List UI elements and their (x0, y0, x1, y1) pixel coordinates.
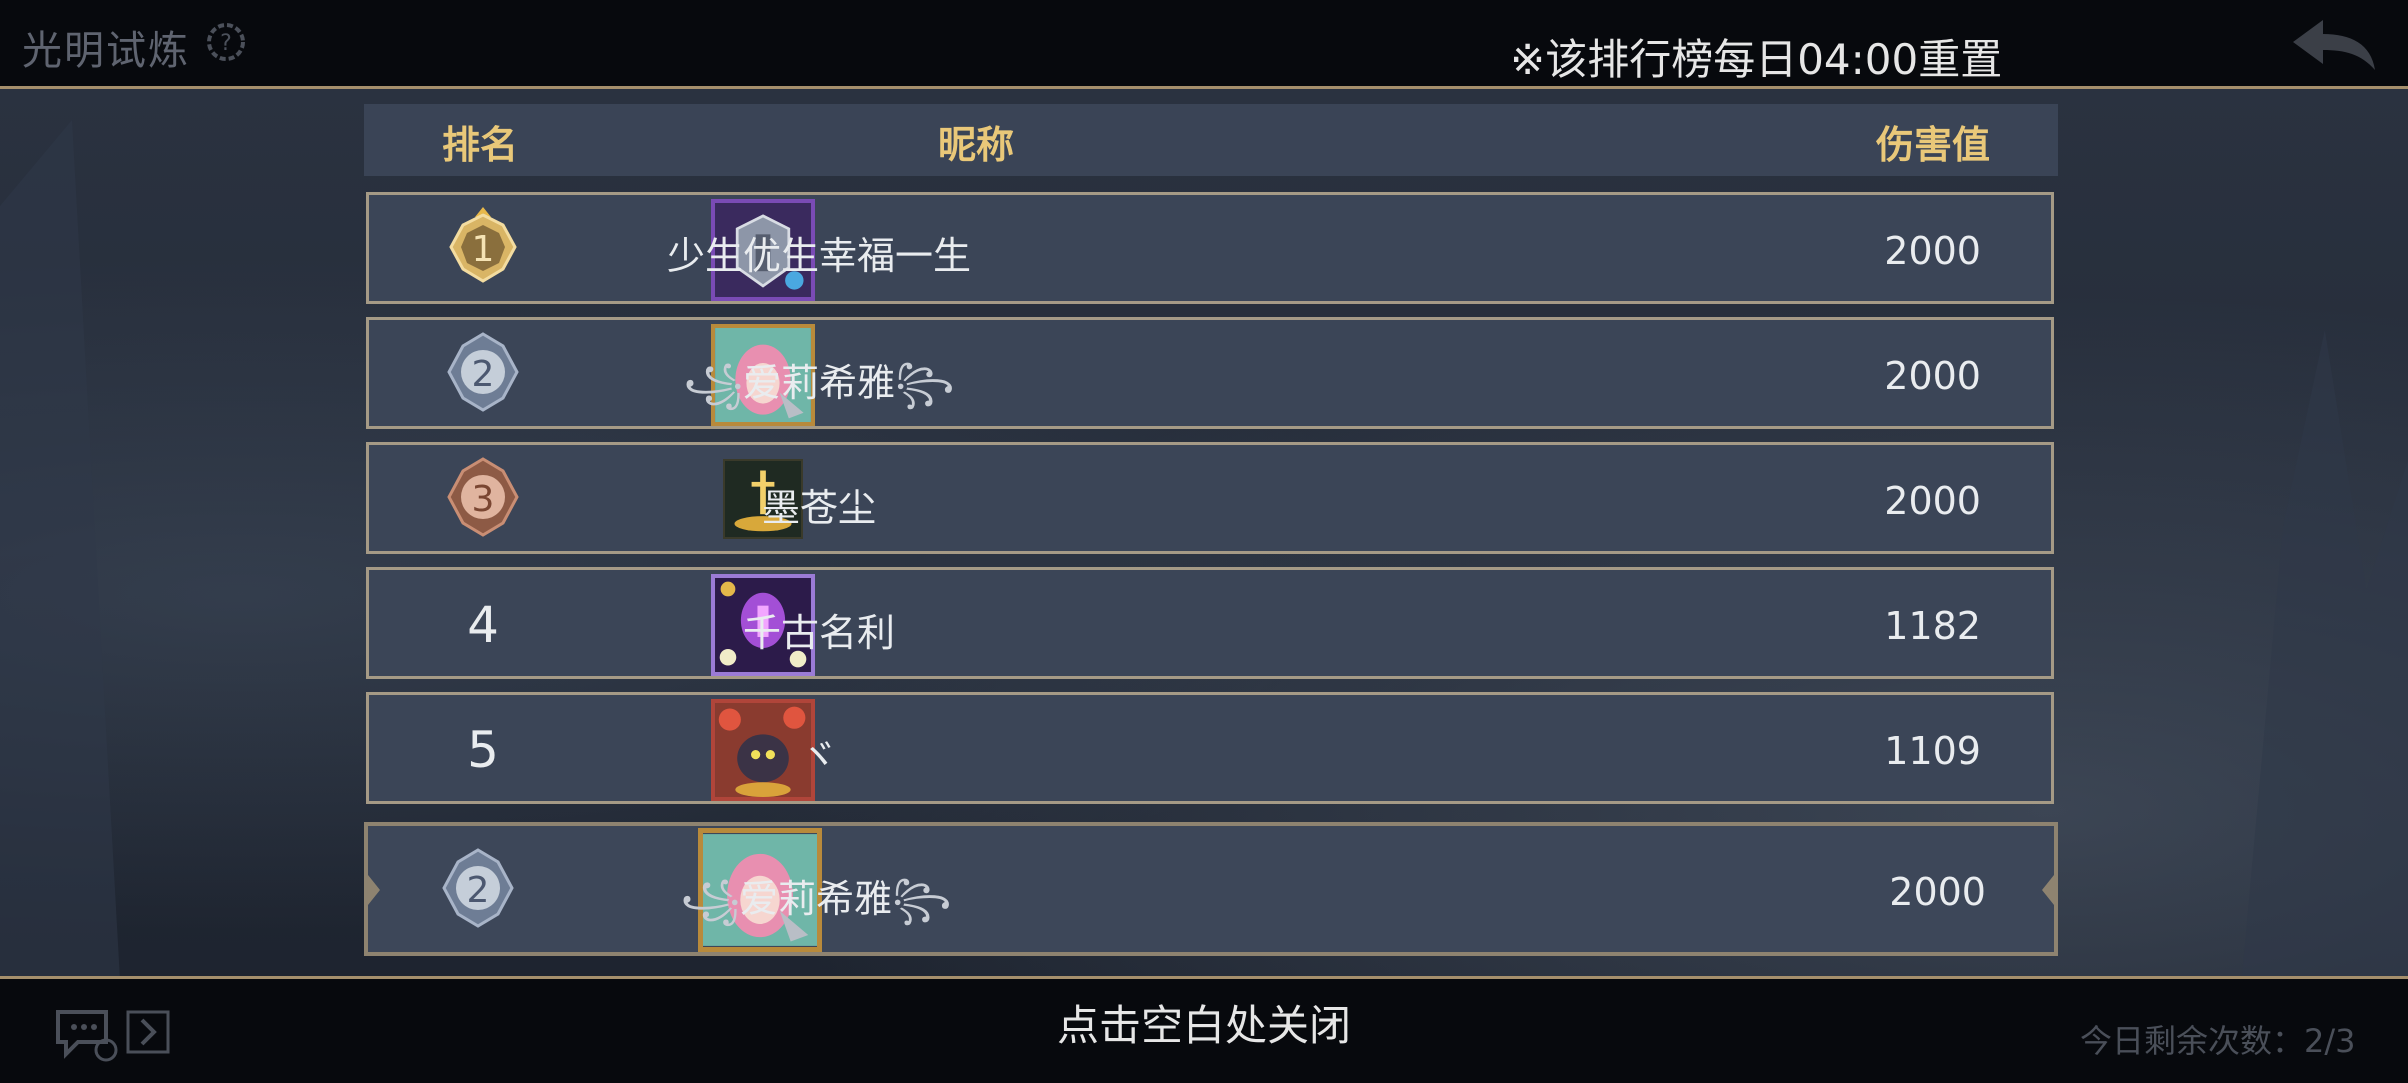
svg-text:2: 2 (472, 354, 495, 395)
rank-silver-badge-icon: 2 (442, 848, 514, 928)
name-ornament-left: ꧁ (680, 877, 740, 921)
player-name: 千古名利 (742, 611, 895, 655)
damage-value: 2000 (1884, 229, 1981, 273)
right-tower-silhouette (2241, 330, 2408, 980)
table-row[interactable]: 2 ꧁爱莉希雅꧂ 2000 (366, 317, 2054, 429)
reset-note: ※该排行榜每日04:00重置 (1510, 35, 2003, 84)
player-name: ꧁爱莉希雅꧂ (680, 877, 952, 921)
top-bar: 光明试炼 ? ※该排行榜每日04:00重置 (0, 0, 2408, 89)
damage-value: 2000 (1884, 479, 1981, 523)
table-row[interactable]: 4 千古名利 1182 (366, 567, 2054, 679)
name-ornament-right: ꧂ (892, 877, 952, 921)
page-title: 光明试炼 (22, 28, 190, 74)
svg-text:2: 2 (467, 870, 490, 911)
table-row[interactable]: 1 少生优生幸福一生 2000 (366, 192, 2054, 304)
svg-text:?: ? (220, 31, 232, 56)
table-row[interactable]: 5 ヾ 1109 (366, 692, 2054, 804)
back-arrow-icon[interactable] (2285, 14, 2381, 74)
svg-text:1: 1 (472, 229, 495, 270)
rank-silver-badge-icon: 2 (447, 332, 519, 412)
name-ornament-right: ꧂ (895, 361, 955, 405)
damage-value: 2000 (1884, 354, 1981, 398)
name-ornament-left: ꧁ (683, 361, 743, 405)
rank-number: 5 (467, 721, 499, 779)
left-rock-silhouette (0, 120, 120, 980)
remaining-attempts: 今日剩余次数：2/3 (2080, 1022, 2356, 1060)
frame-notch-left-icon (364, 870, 380, 910)
player-name: ꧁爱莉希雅꧂ (683, 361, 955, 405)
close-hint[interactable]: 点击空白处关闭 (0, 992, 2408, 1053)
player-name: 墨苍尘 (761, 486, 876, 530)
help-gear-icon[interactable]: ? (204, 20, 248, 64)
table-row[interactable]: 3 墨苍尘 2000 (366, 442, 2054, 554)
rank-gold-badge-icon: 1 (449, 207, 517, 283)
my-rank-row[interactable]: 2 ꧁爱莉希雅꧂ 2000 (364, 822, 2058, 956)
player-name: 少生优生幸福一生 (666, 234, 971, 278)
column-nickname: 昵称 (938, 123, 1015, 167)
damage-value: 1109 (1884, 729, 1981, 773)
player-name: ヾ (799, 734, 838, 778)
svg-text:3: 3 (472, 479, 495, 520)
column-rank: 排名 (442, 123, 519, 167)
ranking-panel: 排名 昵称 伤害值 1 少生优生幸福一生 2000 2 ꧁爱莉希雅꧂ 2000 … (364, 104, 2058, 966)
rank-number: 4 (467, 596, 499, 654)
damage-value: 2000 (1889, 870, 1986, 914)
frame-notch-right-icon (2042, 870, 2058, 910)
table-header: 排名 昵称 伤害值 (364, 104, 2058, 176)
column-damage: 伤害值 (1876, 123, 1991, 167)
damage-value: 1182 (1884, 604, 1981, 648)
rank-bronze-badge-icon: 3 (447, 457, 519, 537)
